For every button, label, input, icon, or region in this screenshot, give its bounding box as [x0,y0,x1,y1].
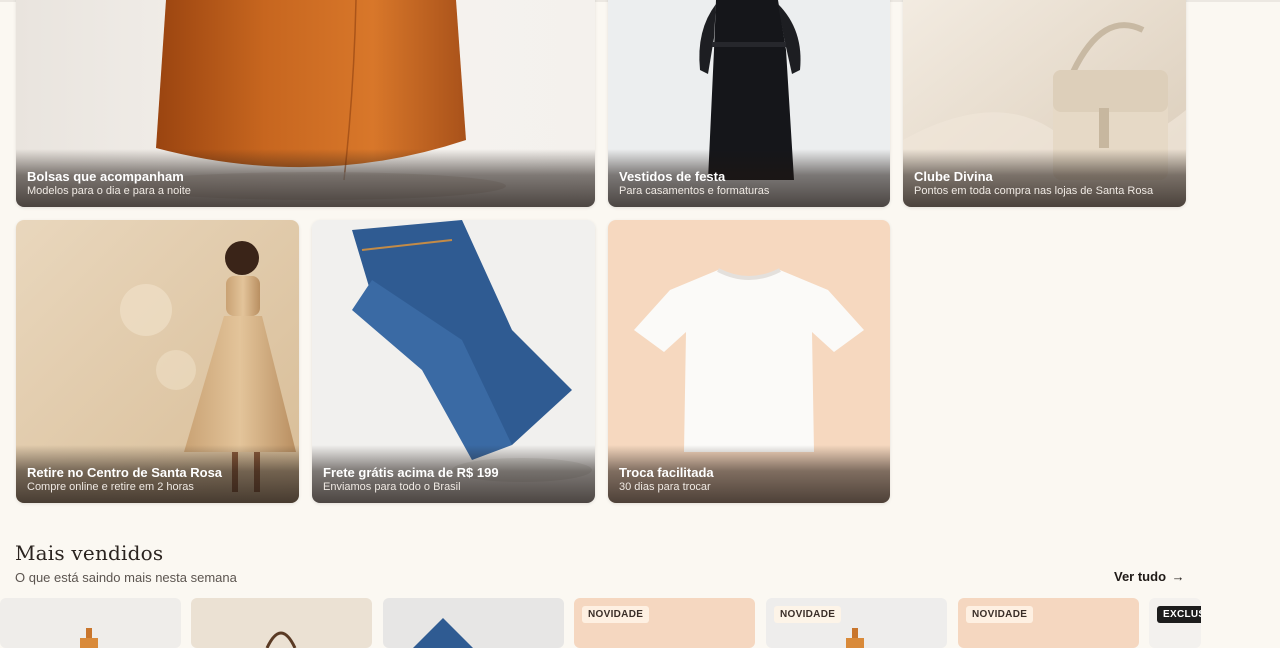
category-tile-party-dresses[interactable]: Vestidos de festa Para casamentos e form… [608,0,890,207]
category-tile-free-shipping[interactable]: Frete grátis acima de R$ 199 Enviamos pa… [312,220,595,503]
tile-title: Clube Divina [914,169,993,184]
product-badge: NOVIDADE [582,606,650,623]
tile-title: Vestidos de festa [619,169,726,184]
tile-subtitle: Compre online e retire em 2 horas [27,481,194,493]
tile-title: Frete grátis acima de R$ 199 [323,465,499,480]
see-all-link[interactable]: Ver tudo → [1114,569,1185,584]
tile-title: Retire no Centro de Santa Rosa [27,465,223,480]
tile-title: Bolsas que acompanham [27,169,184,184]
tile-subtitle: Para casamentos e formaturas [619,185,770,197]
product-badge: EXCLUS [1157,606,1201,623]
product-badge: NOVIDADE [966,606,1034,623]
see-all-label: Ver tudo [1114,569,1167,584]
section-subtitle: O que está saindo mais nesta semana [15,570,237,585]
category-tile-club[interactable]: Clube Divina Pontos em toda compra nas l… [903,0,1186,207]
category-tile-store-pickup[interactable]: Retire no Centro de Santa Rosa Compre on… [16,220,299,503]
category-tile-bags[interactable]: Bolsas que acompanham Modelos para o dia… [16,0,595,207]
arrow-right-icon: → [1171,569,1185,584]
tile-subtitle: Pontos em toda compra nas lojas de Santa… [914,185,1154,197]
tile-subtitle: Enviamos para todo o Brasil [323,481,461,493]
tile-subtitle: 30 dias para trocar [619,481,711,493]
tile-title: Troca facilitada [619,465,714,480]
category-tile-easy-exchange[interactable]: Troca facilitada 30 dias para trocar [608,220,890,503]
section-title: Mais vendidos [15,541,164,565]
tile-subtitle: Modelos para o dia e para a noite [27,185,191,197]
